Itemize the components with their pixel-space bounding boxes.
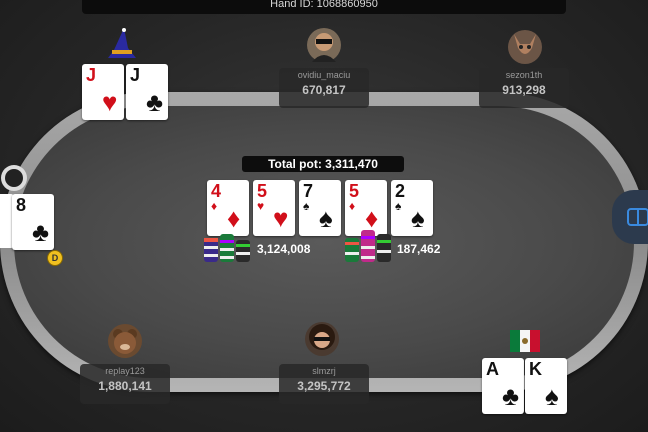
- card-small-suit: ♦: [211, 199, 218, 213]
- card-rank: 7: [303, 181, 314, 201]
- total-pot-label: Total pot: 3,311,470: [242, 156, 404, 172]
- player-avatar[interactable]: [508, 30, 542, 64]
- card-rank: K: [529, 359, 542, 379]
- card-small-suit: ♥: [257, 199, 265, 213]
- player-avatar[interactable]: [305, 322, 339, 356]
- player-name: replay123: [105, 366, 145, 376]
- chip-stack-icon: [202, 232, 256, 271]
- board-card: 5 ♥ ♥: [253, 180, 295, 236]
- board-card: 2 ♠ ♠: [391, 180, 433, 236]
- player-chips: 1,880,141: [98, 379, 152, 393]
- player-nameplate[interactable]: ovidiu_maciu 670,817: [279, 68, 369, 108]
- side-menu-button[interactable]: [612, 190, 648, 244]
- player-nameplate[interactable]: sezon1th 913,298: [479, 68, 569, 108]
- card-small-suit: ♦: [349, 199, 356, 213]
- hand-id-bar: Hand ID: 1068860950: [82, 0, 566, 14]
- board-card: 4 ♦ ♦: [207, 180, 249, 236]
- hole-card: J ♣: [126, 64, 168, 120]
- card-rank: 5: [257, 181, 268, 201]
- bet-amount: 3,124,008: [257, 242, 311, 256]
- card-rank: 4: [211, 181, 222, 201]
- card-suit: ♣: [32, 217, 50, 247]
- player-name: slmzrj: [312, 366, 336, 376]
- card-rank: A: [486, 359, 499, 379]
- player-name: sezon1th: [505, 70, 543, 80]
- player-nameplate[interactable]: replay123 1,880,141: [80, 364, 170, 404]
- card-rank: 8: [16, 195, 27, 215]
- player-avatar[interactable]: [307, 28, 341, 62]
- player-avatar[interactable]: [108, 324, 142, 358]
- card-suit: ♠: [411, 203, 425, 233]
- card-suit: ♣: [146, 87, 164, 117]
- board-card: 7 ♠ ♠: [299, 180, 341, 236]
- card-rank: 2: [395, 181, 406, 201]
- card-small-suit: ♠: [395, 199, 402, 213]
- card-rank: J: [130, 65, 141, 85]
- card-rank: 5: [349, 181, 360, 201]
- witch-hat-icon: [104, 24, 140, 67]
- player-chips: 670,817: [302, 83, 346, 97]
- player-chips: 3,295,772: [297, 379, 351, 393]
- hole-card: J ♥: [82, 64, 124, 120]
- card-suit: ♦: [227, 203, 241, 233]
- bet-amount: 187,462: [397, 242, 441, 256]
- card-suit: ♥: [273, 203, 289, 233]
- card-suit: ♣: [502, 381, 520, 411]
- hero-card: A ♣: [482, 358, 524, 414]
- mexico-flag-icon: [510, 326, 540, 361]
- hero-card: K ♠: [525, 358, 567, 414]
- chip-stack-icon: [343, 228, 395, 271]
- card-suit: ♠: [545, 381, 559, 411]
- player-nameplate[interactable]: slmzrj 3,295,772: [279, 364, 369, 404]
- player-chips: 913,298: [502, 83, 546, 97]
- dealer-button: D: [47, 250, 63, 266]
- table-icon: [627, 208, 648, 226]
- card-rank: J: [86, 65, 97, 85]
- player-name: ovidiu_maciu: [297, 70, 351, 80]
- card-suit: ♥: [102, 87, 118, 117]
- hole-card: 8 ♣: [12, 194, 54, 250]
- card-suit: ♠: [319, 203, 333, 233]
- card-small-suit: ♠: [303, 199, 310, 213]
